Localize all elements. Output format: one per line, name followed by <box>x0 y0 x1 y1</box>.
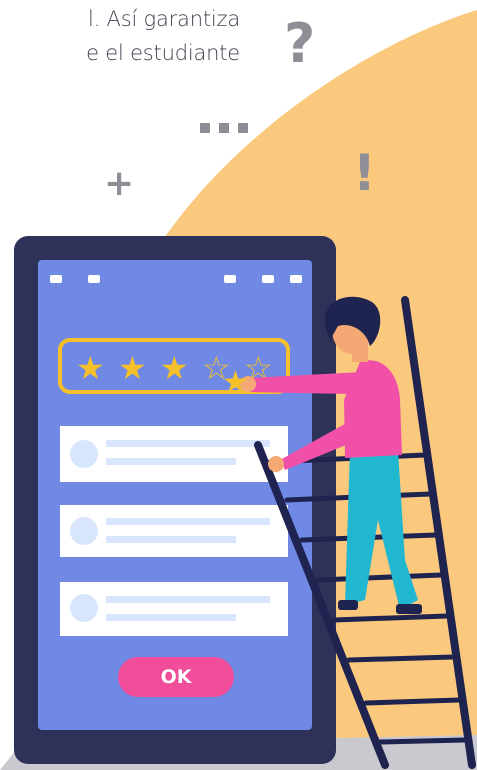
review-card <box>60 426 288 482</box>
status-dot <box>224 275 236 283</box>
ellipsis-dots <box>200 123 248 133</box>
review-card <box>60 582 288 636</box>
star-filled-icon[interactable]: ★ <box>118 349 147 387</box>
status-dot <box>88 275 100 283</box>
plus-sign: + <box>104 163 134 204</box>
star-filled-icon[interactable]: ★ <box>76 349 105 387</box>
review-card <box>60 505 288 557</box>
hand-star: ★ <box>222 365 249 400</box>
rating-illustration: ★ ★ ★ ☆ ☆ ★ ? + ! <box>0 10 477 770</box>
status-dot <box>290 275 302 283</box>
status-dot <box>262 275 274 283</box>
exclamation-mark: ! <box>353 144 376 202</box>
ok-button[interactable]: OK <box>118 657 234 697</box>
question-mark: ? <box>284 12 315 75</box>
status-dot <box>50 275 62 283</box>
star-filled-icon[interactable]: ★ <box>160 349 189 387</box>
